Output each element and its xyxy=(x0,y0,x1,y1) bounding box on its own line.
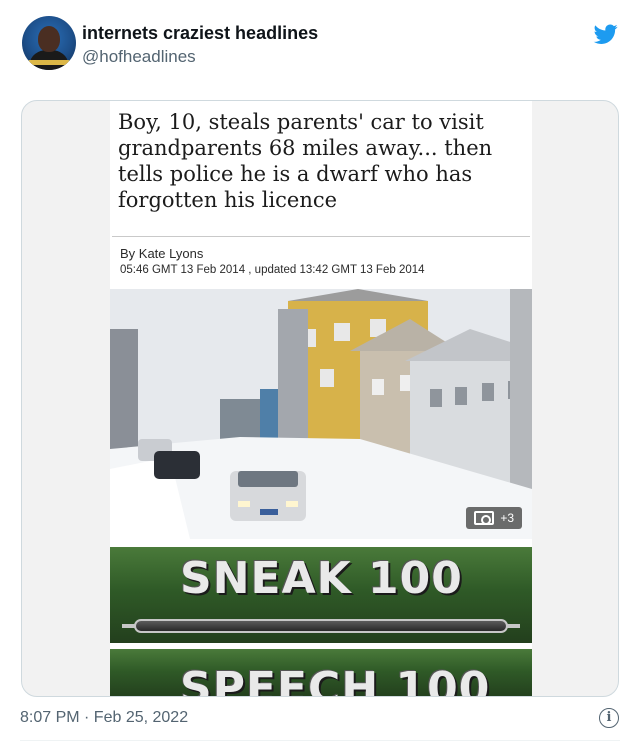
camera-icon xyxy=(474,511,495,525)
sneak-skill-bar xyxy=(122,619,520,633)
sneak-skill-text: SNEAK 100 xyxy=(180,553,463,604)
article-photo[interactable]: +3 xyxy=(110,289,532,539)
footer-divider xyxy=(20,740,620,741)
article-byline: By Kate Lyons xyxy=(120,246,204,261)
article-headline: Boy, 10, steals parents' car to visit gr… xyxy=(118,110,493,212)
info-icon[interactable]: i xyxy=(599,708,619,728)
tweet-header: internets craziest headlines @hofheadlin… xyxy=(20,14,628,84)
photo-more-count: +3 xyxy=(500,511,514,525)
twitter-bird-icon[interactable] xyxy=(592,22,620,46)
speech-skill-banner: SPEECH 100 xyxy=(110,649,532,697)
article-dateline: 05:46 GMT 13 Feb 2014 , updated 13:42 GM… xyxy=(120,264,425,276)
tweet-timestamp[interactable]: 8:07 PM · Feb 25, 2022 xyxy=(20,709,188,727)
snowy-street-image xyxy=(110,289,532,539)
photo-gallery-badge[interactable]: +3 xyxy=(466,507,522,529)
media-card[interactable]: Boy, 10, steals parents' car to visit gr… xyxy=(21,100,619,697)
speech-skill-text: SPEECH 100 xyxy=(180,663,491,697)
author-handle[interactable]: @hofheadlines xyxy=(82,47,196,67)
sneak-skill-banner: SNEAK 100 xyxy=(110,547,532,643)
article-screenshot: Boy, 10, steals parents' car to visit gr… xyxy=(110,101,532,697)
avatar[interactable] xyxy=(22,16,76,70)
author-name[interactable]: internets craziest headlines xyxy=(82,23,318,44)
headline-divider xyxy=(112,236,530,237)
